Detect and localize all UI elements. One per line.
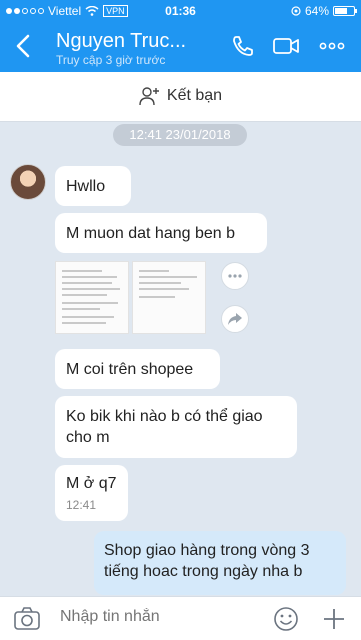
add-user-icon <box>139 87 159 106</box>
phone-icon[interactable] <box>228 34 256 58</box>
add-friend-bar: Kết bạn <box>0 72 361 122</box>
image-attachment[interactable] <box>132 261 206 334</box>
more-options-button[interactable] <box>221 262 249 290</box>
avatar[interactable] <box>10 164 46 200</box>
message-bubble[interactable]: M coi trên shopee <box>55 349 220 389</box>
message-bubble[interactable]: Hwllo <box>55 166 131 206</box>
last-seen-status: Truy cập 3 giờ trước <box>56 53 166 67</box>
message-time: 12:41 <box>66 498 97 512</box>
image-attachment[interactable] <box>55 261 129 334</box>
own-message-bubble[interactable]: Shop giao hàng trong vòng 3 tiếng hoac t… <box>94 531 346 595</box>
composer-bar <box>0 596 361 640</box>
camera-icon[interactable] <box>12 605 42 633</box>
message-input[interactable] <box>60 608 240 626</box>
date-separator: 12:41 23/01/2018 <box>113 124 247 146</box>
plus-icon[interactable] <box>320 605 348 633</box>
message-bubble[interactable]: M muon dat hang ben b <box>55 213 267 253</box>
message-text: M ở q7 <box>66 475 117 492</box>
share-button[interactable] <box>221 305 249 333</box>
battery-icon <box>333 6 357 16</box>
header-bar: Viettel VPN 01:36 64% Nguyen Truc... Tru… <box>0 0 361 72</box>
share-icon <box>228 313 242 325</box>
more-icon[interactable] <box>318 34 346 58</box>
add-friend-label: Kết bạn <box>166 87 223 104</box>
emoji-icon[interactable] <box>272 605 300 633</box>
message-bubble[interactable]: M ở q7 12:41 <box>55 465 128 521</box>
battery-percent: 64% <box>304 4 329 18</box>
add-friend-button[interactable]: Kết bạn <box>0 86 361 106</box>
chevron-left-icon[interactable] <box>10 30 38 62</box>
video-icon[interactable] <box>272 34 300 58</box>
message-bubble[interactable]: Ko bik khi nào b có thể giao cho m <box>55 396 297 458</box>
location-icon <box>291 6 301 16</box>
more-icon <box>228 274 242 278</box>
contact-name[interactable]: Nguyen Truc... <box>56 30 186 53</box>
status-bar: Viettel VPN 01:36 64% <box>0 0 361 22</box>
